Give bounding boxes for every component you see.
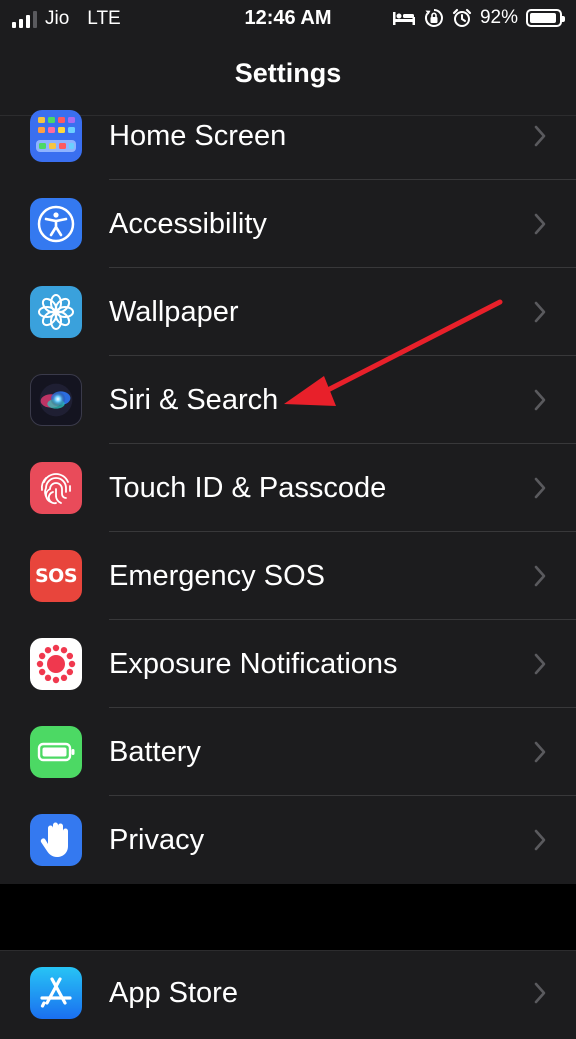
exposure-dot: [44, 674, 52, 682]
settings-row-wallpaper[interactable]: Wallpaper: [0, 268, 576, 356]
settings-row-accessibility[interactable]: Accessibility: [0, 180, 576, 268]
settings-row-touch-id[interactable]: Touch ID & Passcode: [0, 444, 576, 532]
status-bar: Jio LTE 12:46 AM 92%: [0, 0, 576, 36]
bed-icon: [392, 12, 415, 25]
chevron-right-icon: [534, 741, 546, 763]
battery-icon: [526, 9, 565, 27]
fingerprint-icon: [30, 462, 82, 514]
exposure-dot: [36, 660, 44, 668]
home-screen-icon: [30, 110, 82, 162]
settings-row-label: Wallpaper: [109, 296, 239, 328]
settings-row-exposure-notifications[interactable]: Exposure Notifications: [0, 620, 576, 708]
settings-row-emergency-sos[interactable]: SOS Emergency SOS: [0, 532, 576, 620]
exposure-dot: [52, 644, 60, 652]
settings-row-label: Battery: [109, 736, 201, 768]
battery-percent: 92%: [479, 7, 518, 28]
chevron-right-icon: [534, 653, 546, 675]
accessibility-icon: [30, 198, 82, 250]
exposure-dot: [60, 674, 68, 682]
exposure-dot: [44, 646, 52, 654]
exposure-icon: [30, 638, 82, 690]
exposure-dot: [68, 660, 76, 668]
settings-row-siri-search[interactable]: Siri & Search: [0, 356, 576, 444]
battery-setting-icon: [30, 726, 82, 778]
status-right: 92%: [392, 7, 565, 29]
settings-row-label: Touch ID & Passcode: [109, 472, 387, 504]
page-title: Settings: [234, 58, 342, 88]
chevron-right-icon: [534, 829, 546, 851]
settings-row-label: Accessibility: [109, 208, 267, 240]
settings-row-label: Home Screen: [109, 120, 287, 152]
exposure-dot: [66, 652, 74, 660]
chevron-right-icon: [534, 565, 546, 587]
sos-glyph: SOS: [34, 565, 78, 587]
settings-row-battery[interactable]: Battery: [0, 708, 576, 796]
app-store-icon: [30, 967, 82, 1019]
settings-row-label: Privacy: [109, 824, 205, 856]
orientation-lock-icon: [424, 9, 443, 27]
chevron-right-icon: [534, 213, 546, 235]
battery-level-fill: [530, 13, 556, 23]
exposure-dot: [38, 668, 46, 676]
settings-group-main: Home Screen Accessibility Wallpaper Siri…: [0, 110, 576, 884]
chevron-right-icon: [534, 982, 546, 1004]
hand-icon: [30, 814, 82, 866]
settings-row-app-store[interactable]: App Store: [0, 951, 576, 1039]
chevron-right-icon: [534, 477, 546, 499]
chevron-right-icon: [534, 301, 546, 323]
exposure-dot: [52, 676, 60, 684]
settings-row-label: Siri & Search: [109, 384, 279, 416]
settings-row-privacy[interactable]: Privacy: [0, 796, 576, 884]
chevron-right-icon: [534, 125, 546, 147]
exposure-dot: [38, 652, 46, 660]
settings-row-label: Exposure Notifications: [109, 648, 398, 680]
wallpaper-icon: [30, 286, 82, 338]
sos-icon: SOS: [30, 550, 82, 602]
exposure-dot: [66, 668, 74, 676]
settings-row-label: Emergency SOS: [109, 560, 325, 592]
siri-icon: [30, 374, 82, 426]
settings-row-label: App Store: [109, 977, 238, 1009]
settings-group-store: App Store: [0, 950, 576, 1039]
chevron-right-icon: [534, 389, 546, 411]
settings-row-home-screen[interactable]: Home Screen: [0, 92, 576, 180]
exposure-dot: [60, 646, 68, 654]
alarm-icon: [452, 8, 472, 27]
